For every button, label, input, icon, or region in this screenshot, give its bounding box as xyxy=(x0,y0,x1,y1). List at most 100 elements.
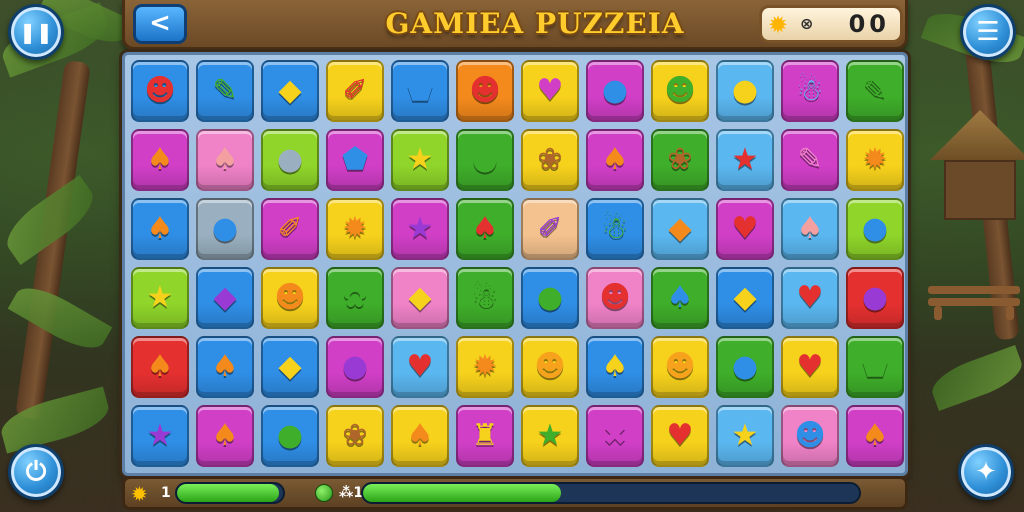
tile-r3-c9[interactable]: ◆ xyxy=(651,198,709,260)
tile-r2-c2[interactable]: ♠ xyxy=(196,129,254,191)
tile-r2-c4[interactable]: ⬟ xyxy=(326,129,384,191)
tile-r5-c7[interactable]: ☻ xyxy=(521,336,579,398)
tile-r2-c10[interactable]: ★ xyxy=(716,129,774,191)
red-heart-icon: ♥ xyxy=(796,280,824,315)
tile-r2-c8[interactable]: ♠ xyxy=(586,129,644,191)
tile-r1-c4[interactable]: ✐ xyxy=(326,60,384,122)
tile-r4-c10[interactable]: ◆ xyxy=(716,267,774,329)
tile-r1-c3[interactable]: ◆ xyxy=(261,60,319,122)
orange-drop-icon: ♠ xyxy=(211,349,239,384)
tile-r2-c6[interactable]: ● xyxy=(456,129,514,191)
tile-r5-c8[interactable]: ♠ xyxy=(586,336,644,398)
tile-r4-c8[interactable]: ☻ xyxy=(586,267,644,329)
red-face-icon: ☻ xyxy=(469,73,501,108)
tile-r6-c2[interactable]: ♠ xyxy=(196,405,254,467)
tile-r1-c8[interactable]: ● xyxy=(586,60,644,122)
tile-r4-c3[interactable]: ☻ xyxy=(261,267,319,329)
tile-r4-c7[interactable]: ● xyxy=(521,267,579,329)
tile-r6-c1[interactable]: ★ xyxy=(131,405,189,467)
tile-r3-c6[interactable]: ♠ xyxy=(456,198,514,260)
sparkle-icon: ✦ xyxy=(975,457,997,487)
back-button[interactable]: < xyxy=(133,4,187,44)
yellow-drop-icon: ♠ xyxy=(601,349,629,384)
yellow-cup-icon: ♜ xyxy=(471,418,499,453)
tile-r5-c1[interactable]: ♠ xyxy=(131,336,189,398)
tile-r5-c6[interactable]: ✹ xyxy=(456,336,514,398)
tile-r3-c3[interactable]: ✐ xyxy=(261,198,319,260)
tile-r1-c2[interactable]: ✎ xyxy=(196,60,254,122)
tile-r4-c9[interactable]: ♠ xyxy=(651,267,709,329)
score-value: 00 xyxy=(848,10,890,38)
tile-r3-c12[interactable]: ● xyxy=(846,198,904,260)
tile-r5-c12[interactable]: ⬟ xyxy=(846,336,904,398)
tile-r5-c5[interactable]: ♥ xyxy=(391,336,449,398)
tile-r5-c2[interactable]: ♠ xyxy=(196,336,254,398)
tile-r1-c7[interactable]: ♥ xyxy=(521,60,579,122)
pause-button[interactable]: ❚❚ xyxy=(8,4,64,60)
tile-r5-c4[interactable]: ● xyxy=(326,336,384,398)
tile-r1-c9[interactable]: ☻ xyxy=(651,60,709,122)
tile-r3-c8[interactable]: ☃ xyxy=(586,198,644,260)
green-balloon-icon: ● xyxy=(536,280,564,315)
pink-rocket-icon: ✎ xyxy=(797,142,823,177)
tile-r2-c3[interactable]: ● xyxy=(261,129,319,191)
tile-r2-c12[interactable]: ✹ xyxy=(846,129,904,191)
tile-r2-c9[interactable]: ❀ xyxy=(651,129,709,191)
tile-r3-c7[interactable]: ✐ xyxy=(521,198,579,260)
tile-r3-c10[interactable]: ♥ xyxy=(716,198,774,260)
yellow-gem-icon: ◆ xyxy=(733,280,757,315)
tile-r1-c11[interactable]: ☃ xyxy=(781,60,839,122)
tile-r4-c1[interactable]: ★ xyxy=(131,267,189,329)
orange-creature-icon: ✹ xyxy=(472,349,498,384)
tile-r2-c5[interactable]: ★ xyxy=(391,129,449,191)
restart-icon: ⏻ xyxy=(25,456,47,487)
tile-r6-c10[interactable]: ★ xyxy=(716,405,774,467)
red-blob-icon: ☻ xyxy=(144,73,176,108)
restart-button[interactable]: ⏻ xyxy=(8,444,64,500)
tile-r3-c1[interactable]: ♠ xyxy=(131,198,189,260)
tile-r1-c12[interactable]: ✎ xyxy=(846,60,904,122)
tile-r6-c12[interactable]: ♠ xyxy=(846,405,904,467)
tile-r6-c9[interactable]: ♥ xyxy=(651,405,709,467)
tile-r5-c9[interactable]: ☻ xyxy=(651,336,709,398)
tile-r4-c2[interactable]: ◆ xyxy=(196,267,254,329)
tile-r6-c11[interactable]: ☻ xyxy=(781,405,839,467)
tile-r4-c5[interactable]: ◆ xyxy=(391,267,449,329)
tile-r3-c11[interactable]: ♠ xyxy=(781,198,839,260)
tile-r6-c7[interactable]: ★ xyxy=(521,405,579,467)
hint-button[interactable]: ✦ xyxy=(958,444,1014,500)
menu-button[interactable]: ☰ xyxy=(960,4,1016,60)
tile-r1-c1[interactable]: ☻ xyxy=(131,60,189,122)
tile-r6-c6[interactable]: ♜ xyxy=(456,405,514,467)
tile-r5-c11[interactable]: ♥ xyxy=(781,336,839,398)
tile-r1-c5[interactable]: ⬟ xyxy=(391,60,449,122)
tile-r3-c5[interactable]: ★ xyxy=(391,198,449,260)
tile-r6-c8[interactable]: ✖ xyxy=(586,405,644,467)
tile-r5-c3[interactable]: ◆ xyxy=(261,336,319,398)
tile-r4-c4[interactable]: ✿ xyxy=(326,267,384,329)
tile-r6-c3[interactable]: ● xyxy=(261,405,319,467)
orange-leaf-icon: ♠ xyxy=(146,211,174,246)
tile-r1-c6[interactable]: ☻ xyxy=(456,60,514,122)
orange-face-icon: ☻ xyxy=(534,349,566,384)
orange-pencil-icon: ✐ xyxy=(277,211,303,246)
orange-leaf-icon: ♠ xyxy=(211,418,239,453)
tile-r2-c11[interactable]: ✎ xyxy=(781,129,839,191)
tile-r2-c1[interactable]: ♠ xyxy=(131,129,189,191)
red-face-icon: ☻ xyxy=(599,280,631,315)
green-frog-icon: ☃ xyxy=(471,280,499,315)
tile-r6-c4[interactable]: ❀ xyxy=(326,405,384,467)
tile-r3-c4[interactable]: ✹ xyxy=(326,198,384,260)
tile-r4-c11[interactable]: ♥ xyxy=(781,267,839,329)
tile-r4-c12[interactable]: ● xyxy=(846,267,904,329)
tile-r1-c10[interactable]: ● xyxy=(716,60,774,122)
tile-r5-c10[interactable]: ● xyxy=(716,336,774,398)
tile-r6-c5[interactable]: ♠ xyxy=(391,405,449,467)
yellow-gem-icon: ◆ xyxy=(278,349,302,384)
tile-r3-c2[interactable]: ● xyxy=(196,198,254,260)
bread-icon: ❀ xyxy=(537,142,563,177)
tile-r4-c6[interactable]: ☃ xyxy=(456,267,514,329)
puzzle-board: ☻ ✎ ◆ ✐ ⬟ ☻ ♥ ● ☻ ● ☃ ✎ ♠ ♠ ● ⬟ ★ ● ❀ ♠ ❀ ★ ✎ ✹ ♠ ● ✐ ✹ ★ ♠ ✐ ☃ ◆ ♥ ♠ ● ★ ◆ ☻ ✿… xyxy=(122,52,908,476)
red-rocket-icon: ✐ xyxy=(342,73,368,108)
tile-r2-c7[interactable]: ❀ xyxy=(521,129,579,191)
